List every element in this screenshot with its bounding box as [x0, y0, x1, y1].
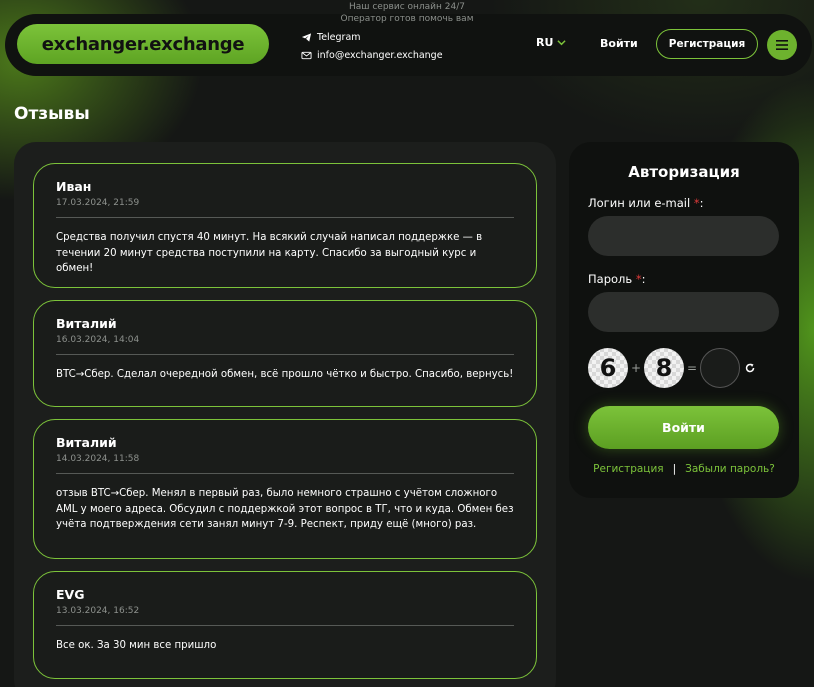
auth-links: Регистрация | Забыли пароль?: [569, 463, 799, 475]
captcha-equals: =: [686, 361, 698, 375]
forgot-password-link[interactable]: Забыли пароль?: [685, 463, 775, 475]
auth-panel: Авторизация Логин или e-mail *: Пароль *…: [569, 142, 799, 498]
mail-icon: [301, 51, 312, 59]
review-text: отзыв BTC→Сбер. Менял в первый раз, было…: [56, 488, 514, 530]
online-notice-line1: Наш сервис онлайн 24/7: [348, 2, 465, 12]
login-label: Логин или e-mail *:: [588, 196, 703, 210]
review-text: BTC→Сбер. Сделал очередной обмен, всё пр…: [56, 369, 514, 380]
telegram-icon: [301, 32, 312, 42]
menu-icon: [776, 40, 788, 50]
contacts: Telegram info@exchanger.exchange: [301, 28, 443, 64]
review-divider: [56, 473, 514, 474]
review-divider: [56, 217, 514, 218]
review-text: Средства получил спустя 40 минут. На вся…: [56, 232, 483, 274]
menu-button[interactable]: [767, 30, 797, 60]
review-date: 13.03.2024, 16:52: [56, 606, 140, 616]
email-label: info@exchanger.exchange: [317, 49, 443, 61]
header-login-link[interactable]: Войти: [600, 37, 638, 50]
review-author: Иван: [56, 179, 92, 194]
password-label-text: Пароль: [588, 272, 633, 286]
password-label: Пароль *:: [588, 272, 645, 286]
logo[interactable]: exchanger.exchange: [17, 24, 269, 64]
label-colon: :: [699, 196, 704, 210]
review-card: Иван 17.03.2024, 21:59 Средства получил …: [33, 163, 537, 288]
review-author: EVG: [56, 587, 85, 602]
review-date: 14.03.2024, 11:58: [56, 454, 140, 464]
review-card: EVG 13.03.2024, 16:52 Все ок. За 30 мин …: [33, 571, 537, 679]
language-label: RU: [536, 36, 554, 49]
online-notice: Наш сервис онлайн 24/7 Оператор готов по…: [0, 1, 814, 25]
reviews-panel: Иван 17.03.2024, 21:59 Средства получил …: [14, 142, 556, 687]
review-author: Виталий: [56, 435, 117, 450]
review-divider: [56, 354, 514, 355]
review-date: 17.03.2024, 21:59: [56, 198, 140, 208]
label-colon: :: [641, 272, 646, 286]
online-notice-line2: Оператор готов помочь вам: [340, 14, 474, 24]
login-input[interactable]: [588, 216, 779, 256]
review-author: Виталий: [56, 316, 117, 331]
refresh-icon[interactable]: [744, 362, 756, 374]
captcha-digit-b: 8: [644, 348, 684, 388]
language-selector[interactable]: RU: [536, 36, 567, 49]
review-card: Виталий 14.03.2024, 11:58 отзыв BTC→Сбер…: [33, 419, 537, 559]
email-link[interactable]: info@exchanger.exchange: [301, 46, 443, 64]
page-title: Отзывы: [14, 104, 90, 124]
captcha-plus: +: [630, 361, 642, 375]
review-card: Виталий 16.03.2024, 14:04 BTC→Сбер. Сдел…: [33, 300, 537, 407]
review-date: 16.03.2024, 14:04: [56, 335, 140, 345]
header-register-button[interactable]: Регистрация: [656, 29, 758, 59]
register-link[interactable]: Регистрация: [593, 463, 663, 475]
review-text: Все ок. За 30 мин все пришло: [56, 640, 217, 651]
review-divider: [56, 625, 514, 626]
captcha-answer-input[interactable]: [700, 348, 740, 388]
auth-title: Авторизация: [628, 163, 740, 181]
telegram-link[interactable]: Telegram: [301, 28, 443, 46]
captcha: 6 + 8 =: [588, 348, 756, 388]
password-input[interactable]: [588, 292, 779, 332]
login-label-text: Логин или e-mail: [588, 196, 691, 210]
links-separator: |: [672, 463, 677, 475]
chevron-down-icon: [557, 40, 567, 46]
telegram-label: Telegram: [317, 31, 361, 43]
login-submit-button[interactable]: Войти: [588, 406, 779, 449]
captcha-digit-a: 6: [588, 348, 628, 388]
